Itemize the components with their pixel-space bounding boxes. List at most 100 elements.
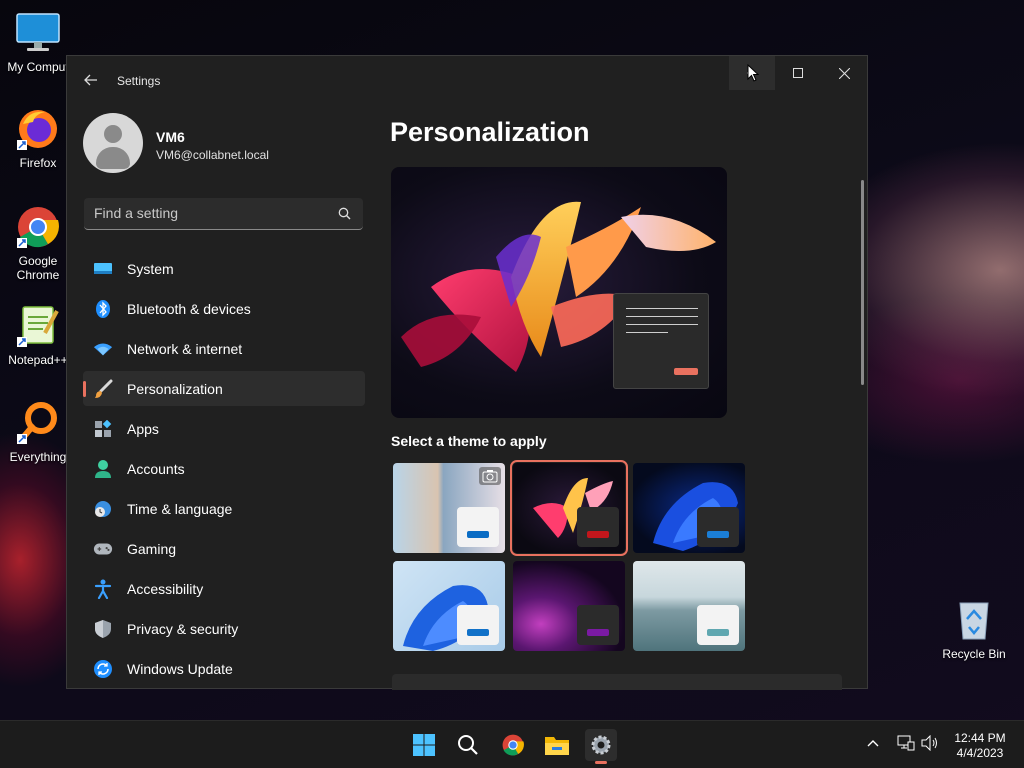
settings-icon [591,735,611,755]
desktop-icon-chrome[interactable]: Google Chrome [0,204,76,282]
back-button[interactable] [79,68,103,92]
theme-tile-glow[interactable] [510,460,628,556]
preview-window-mockup [613,293,709,389]
active-app-indicator [595,761,607,764]
chrome-icon [15,204,61,250]
sidebar-item-label: Time & language [127,500,233,517]
brush-icon [93,379,113,399]
gamepad-icon [93,539,113,559]
desktop-icon-label: Notepad++ [8,353,68,367]
volume-button[interactable] [921,734,939,754]
sidebar-item-bluetooth[interactable]: Bluetooth & devices [83,291,365,326]
desktop-icon-recycle-bin[interactable]: Recycle Bin [936,597,1012,661]
settings-window: Settings VM6 VM6@collabnet.local System … [66,55,868,691]
avatar[interactable] [83,113,143,173]
theme-tile-windows-dark[interactable] [633,463,745,553]
recycle-bin-icon [951,597,997,643]
theme-preview [391,167,727,418]
clock-date: 4/4/2023 [956,746,1004,760]
page-title: Personalization [390,117,590,147]
mouse-cursor-icon [747,64,759,82]
close-button[interactable] [821,56,867,90]
user-name: VM6 [156,129,185,145]
taskbar-file-explorer-button[interactable] [541,729,573,761]
tray-overflow-button[interactable] [867,735,879,751]
window-title: Settings [117,74,161,88]
desktop-icon-label: Everything [9,450,67,464]
sidebar-item-label: Accounts [127,460,185,477]
sidebar-item-accounts[interactable]: Accounts [83,451,365,486]
taskbar-search-button[interactable] [452,729,484,761]
sidebar-item-time-language[interactable]: Time & language [83,491,365,526]
title-bar[interactable]: Settings [67,56,867,106]
search-input[interactable] [84,198,334,228]
theme-tile-flow[interactable] [633,561,745,651]
firefox-icon [15,106,61,152]
accessibility-icon [93,579,113,599]
desktop-icon-label: Firefox [19,156,57,170]
sidebar-item-label: System [127,260,174,277]
sidebar-item-label: Bluetooth & devices [127,300,251,317]
back-arrow-icon [84,74,97,86]
bluetooth-icon [93,299,113,319]
speaker-icon [921,734,937,752]
file-explorer-icon [545,737,569,755]
sidebar-item-label: Privacy & security [127,620,239,637]
sidebar-item-system[interactable]: System [83,251,365,286]
search-icon [338,207,351,220]
sidebar-item-label: Accessibility [127,580,204,597]
monitor-icon [15,10,61,56]
settings-card-partial[interactable] [392,674,842,690]
desktop-icon-my-computer[interactable]: My Comput [0,10,76,74]
taskbar: 12:44 PM 4/4/2023 [0,720,1024,768]
sidebar-item-label: Network & internet [127,340,243,357]
sidebar-item-personalization[interactable]: Personalization [83,371,365,406]
desktop-icon-firefox[interactable]: Firefox [0,106,76,170]
update-icon [93,659,113,679]
sidebar-item-label: Gaming [127,540,177,557]
theme-tile-spotlight[interactable] [393,463,505,553]
system-icon [93,259,113,279]
shield-icon [93,619,113,639]
sidebar-item-network[interactable]: Network & internet [83,331,365,366]
theme-grid [393,460,747,653]
sidebar-item-apps[interactable]: Apps [83,411,365,446]
taskbar-clock[interactable]: 12:44 PM 4/4/2023 [944,731,1016,761]
user-email: VM6@collabnet.local [156,148,269,162]
desktop-icon-label: Recycle Bin [942,647,1006,661]
chrome-icon [502,734,524,756]
clock-time: 12:44 PM [954,731,1006,745]
close-icon [838,67,850,79]
maximize-button[interactable] [775,56,821,90]
desktop-icon-everything[interactable]: Everything [0,400,76,464]
network-status-button[interactable] [897,735,915,754]
clock-globe-icon [93,499,113,519]
themes-section-label: Select a theme to apply [391,433,547,449]
sidebar-nav: System Bluetooth & devices Network & int… [83,251,365,691]
sidebar-item-label: Personalization [127,380,223,397]
desktop-icon-label: My Comput [7,60,69,74]
sidebar-item-gaming[interactable]: Gaming [83,531,365,566]
search-icon [458,735,478,755]
accounts-icon [93,459,113,479]
taskbar-settings-button[interactable] [585,729,617,764]
everything-icon [15,400,61,446]
notepadpp-icon [15,303,61,349]
theme-tile-captured-motion[interactable] [513,561,625,651]
start-icon [413,734,435,756]
sidebar-item-label: Windows Update [127,660,233,677]
desktop-icon-notepadpp[interactable]: Notepad++ [0,303,76,367]
start-button[interactable] [408,729,440,761]
camera-icon [479,467,501,485]
content-scrollbar[interactable] [861,180,864,385]
preview-accent-button [674,368,698,375]
search-box[interactable] [84,198,363,230]
sidebar-item-accessibility[interactable]: Accessibility [83,571,365,606]
sidebar-item-privacy-security[interactable]: Privacy & security [83,611,365,646]
apps-icon [93,419,113,439]
desktop-icon-label: Google Chrome [16,254,60,282]
theme-tile-windows-light[interactable] [393,561,505,651]
chevron-up-icon [867,740,879,747]
sidebar-item-windows-update[interactable]: Windows Update [83,651,365,686]
taskbar-chrome-button[interactable] [497,729,529,761]
